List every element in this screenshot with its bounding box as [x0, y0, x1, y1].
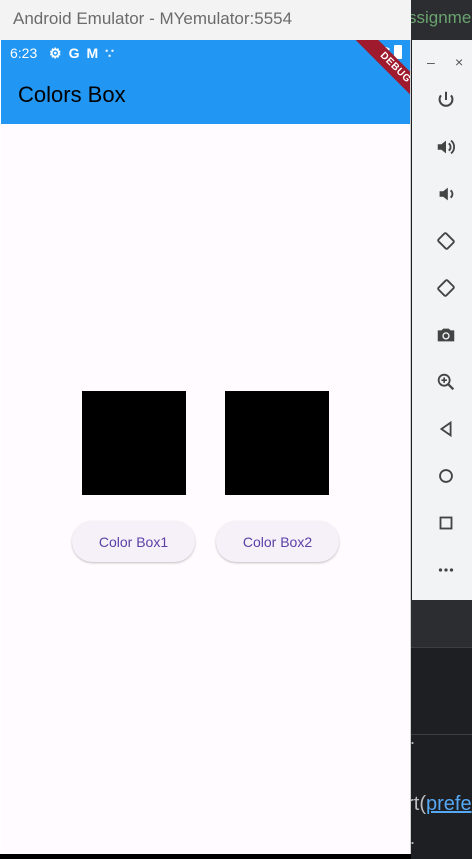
ide-editor-tab[interactable]: ssignme: [408, 8, 471, 28]
gear-icon: ⚙: [49, 45, 62, 61]
google-icon: G: [68, 45, 80, 61]
zoom-icon[interactable]: [421, 362, 471, 402]
app-title: Colors Box: [18, 82, 126, 107]
assistant-icon: ∵: [105, 45, 115, 61]
emulator-title: Android Emulator - MYemulator:5554: [13, 9, 293, 28]
emulator-title-bar[interactable]: Android Emulator - MYemulator:5554: [0, 0, 411, 40]
minimize-button[interactable]: –: [427, 54, 435, 70]
ide-divider: [410, 734, 472, 735]
rotate-left-icon[interactable]: [421, 221, 471, 261]
gmail-icon: M: [86, 45, 99, 61]
ide-panel-header: [410, 600, 472, 648]
ide-code-link[interactable]: prefe: [426, 793, 472, 815]
color-box-1: [82, 391, 186, 495]
close-button[interactable]: ×: [455, 54, 463, 70]
rotate-right-icon[interactable]: [421, 268, 471, 308]
power-icon[interactable]: [421, 80, 471, 120]
debug-banner: DEBUG: [350, 40, 410, 113]
window-bottom-edge: [0, 854, 411, 859]
volume-up-icon[interactable]: [421, 127, 471, 167]
status-notification-icons: ⚙ G M ∵: [49, 44, 114, 62]
camera-icon[interactable]: [421, 315, 471, 355]
more-icon[interactable]: [421, 550, 471, 590]
overview-icon[interactable]: [421, 503, 471, 543]
debug-banner-container: DEBUG: [330, 40, 410, 120]
app-body: [1, 124, 410, 854]
color-box-2: [225, 391, 329, 495]
color-box1-button[interactable]: Color Box1: [72, 521, 195, 562]
status-time: 6:23: [10, 45, 38, 61]
back-icon[interactable]: [421, 409, 471, 449]
home-icon[interactable]: [421, 456, 471, 496]
emulator-window: Android Emulator - MYemulator:5554 6:23 …: [0, 0, 411, 859]
color-box2-button[interactable]: Color Box2: [216, 521, 339, 562]
volume-down-icon[interactable]: [421, 174, 471, 214]
